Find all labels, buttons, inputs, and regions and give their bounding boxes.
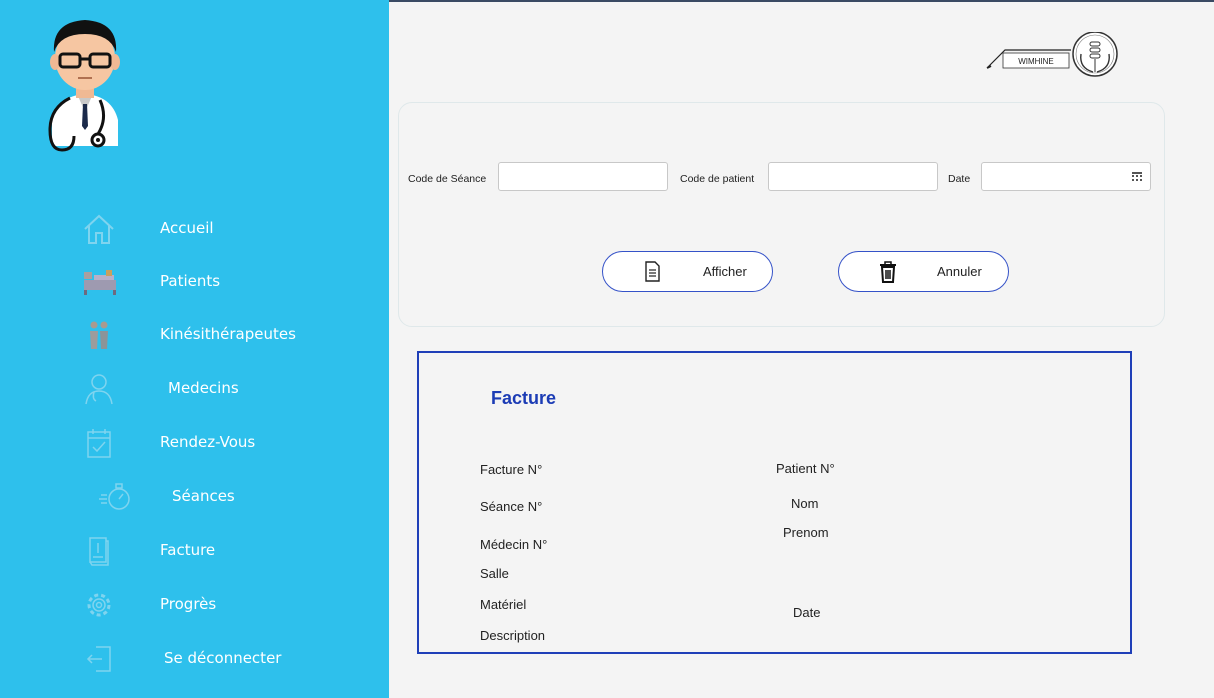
sidebar-item-kinesitherapeutes[interactable]: Kinésithérapeutes	[80, 315, 360, 355]
date-label: Date	[948, 173, 971, 185]
date-picker-button[interactable]	[1125, 163, 1149, 189]
physiotherapists-icon	[90, 321, 108, 349]
last-name-label: Nom	[791, 496, 819, 511]
invoice-panel: Facture Facture N° Séance N° Médecin N° …	[417, 351, 1132, 654]
logo: WIMHINE	[985, 31, 1125, 88]
doctor-avatar	[48, 20, 120, 152]
sidebar-item-label: Accueil	[160, 219, 214, 237]
top-border	[389, 0, 1214, 2]
hospital-bed-icon	[84, 270, 116, 295]
doctor-icon	[85, 374, 113, 405]
patient-code-input[interactable]	[768, 162, 938, 191]
patient-number-label: Patient N°	[776, 461, 835, 476]
sidebar: Accueil Patients Kinésithérapeutes Medec…	[0, 0, 389, 698]
session-code-label: Code de Séance	[408, 173, 487, 185]
equipment-label: Matériel	[480, 597, 527, 612]
home-icon	[84, 214, 114, 244]
sidebar-item-label: Patients	[160, 272, 221, 290]
sidebar-item-label: Se déconnecter	[164, 649, 282, 667]
sidebar-item-se-deconnecter[interactable]: Se déconnecter	[80, 639, 360, 679]
annuler-button[interactable]: Annuler	[838, 251, 1009, 292]
calendar-check-icon	[87, 429, 111, 458]
sidebar-item-label: Séances	[172, 487, 235, 505]
search-panel	[398, 102, 1165, 327]
invoice-title: Facture	[491, 388, 557, 408]
stopwatch-icon	[99, 483, 130, 510]
invoice-icon	[89, 537, 109, 566]
sidebar-item-seances[interactable]: Séances	[80, 477, 360, 517]
patient-code-label: Code de patient	[680, 173, 755, 185]
sidebar-item-patients[interactable]: Patients	[80, 262, 360, 302]
doctor-number-label: Médecin N°	[480, 537, 548, 552]
sidebar-item-label: Rendez-Vous	[160, 433, 256, 451]
first-name-label: Prenom	[783, 525, 829, 540]
logo-graphic: WIMHINE	[986, 31, 1118, 77]
sidebar-item-accueil[interactable]: Accueil	[80, 209, 360, 249]
logo-text: WIMHINE	[1018, 57, 1054, 66]
logout-icon	[86, 646, 111, 672]
afficher-label: Afficher	[703, 264, 747, 279]
annuler-label: Annuler	[937, 264, 982, 279]
room-label: Salle	[480, 566, 509, 581]
sidebar-item-label: Kinésithérapeutes	[160, 325, 296, 343]
trash-icon	[880, 261, 896, 283]
sidebar-item-rendez-vous[interactable]: Rendez-Vous	[80, 423, 360, 463]
sidebar-item-progres[interactable]: Progrès	[80, 585, 360, 625]
sidebar-item-label: Medecins	[168, 379, 239, 397]
sidebar-item-facture[interactable]: Facture	[80, 531, 360, 571]
date-field-label: Date	[793, 605, 821, 620]
invoice-number-label: Facture N°	[480, 462, 543, 477]
calendar-icon	[1132, 171, 1142, 181]
document-icon	[645, 261, 660, 282]
session-code-input[interactable]	[498, 162, 668, 191]
sidebar-item-label: Progrès	[160, 595, 217, 613]
sidebar-item-label: Facture	[160, 541, 216, 559]
description-label: Description	[480, 628, 546, 643]
afficher-button[interactable]: Afficher	[602, 251, 773, 292]
gear-icon	[87, 593, 111, 617]
sidebar-item-medecins[interactable]: Medecins	[80, 369, 360, 409]
session-number-label: Séance N°	[480, 499, 543, 514]
